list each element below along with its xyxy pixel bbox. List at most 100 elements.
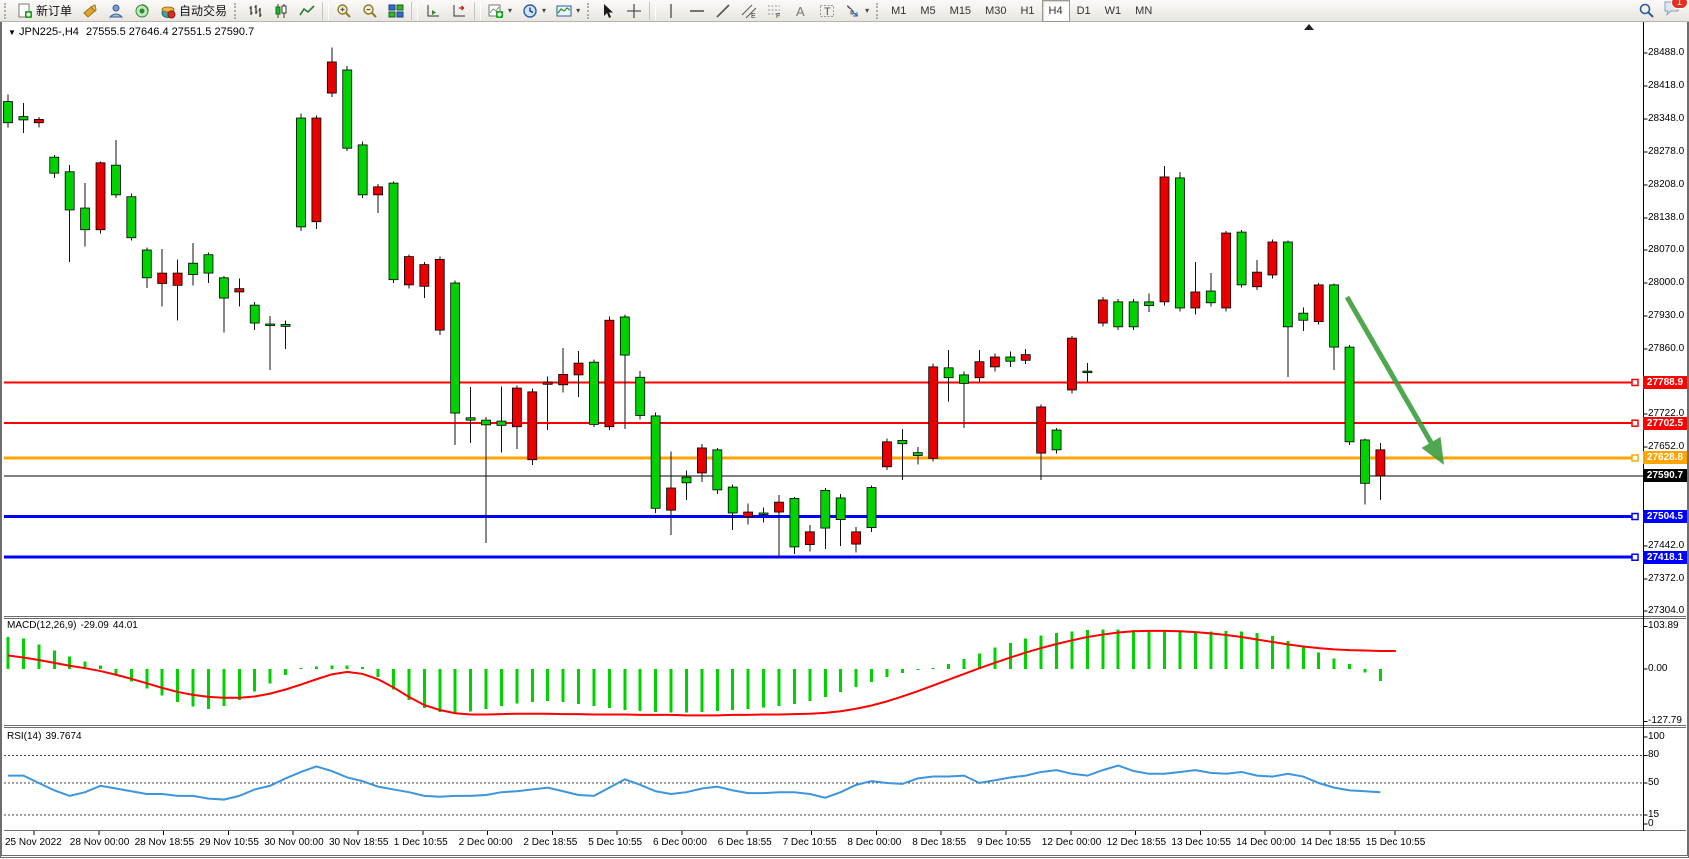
candle-body xyxy=(1037,407,1046,453)
svg-text:F: F xyxy=(776,13,780,19)
signals-button[interactable] xyxy=(129,0,155,22)
candle-body xyxy=(960,375,969,383)
shapes-tool-button[interactable]: ▾ xyxy=(840,0,874,22)
candle-body xyxy=(65,172,74,210)
line-chart-button[interactable] xyxy=(294,0,320,22)
candlestick-chart-button[interactable] xyxy=(268,0,294,22)
candle-body xyxy=(528,392,537,460)
autotrading-label: 自动交易 xyxy=(179,2,227,19)
clock-icon xyxy=(522,3,538,19)
candle-body xyxy=(744,512,753,517)
price-badge[interactable]: 27504.5 xyxy=(1643,510,1687,523)
trendline-icon xyxy=(715,3,731,19)
timeframe-button-H1[interactable]: H1 xyxy=(1013,0,1041,22)
candle-body xyxy=(1299,313,1308,320)
candle-body xyxy=(1253,272,1262,287)
candle-body xyxy=(1268,242,1277,275)
candle-body xyxy=(358,145,367,195)
price-badge[interactable]: 27788.9 xyxy=(1643,376,1687,389)
new-order-button[interactable]: 新订单 xyxy=(12,0,77,22)
candle-body xyxy=(790,498,799,547)
templates-button[interactable]: ▾ xyxy=(551,0,585,22)
signals-icon xyxy=(134,3,150,19)
tile-windows-button[interactable] xyxy=(383,0,409,22)
candle-body xyxy=(1052,430,1061,450)
crosshair-button[interactable] xyxy=(621,0,647,22)
timeframe-button-M5[interactable]: M5 xyxy=(913,0,942,22)
label-tool-button[interactable]: T xyxy=(814,0,840,22)
trend-arrow xyxy=(1347,297,1440,458)
vertical-line-icon xyxy=(663,3,679,19)
collapse-triangle-icon[interactable]: ▼ xyxy=(8,28,16,37)
candle-body xyxy=(1283,242,1292,327)
notifications-button[interactable]: 1 xyxy=(1663,0,1681,21)
candle-body xyxy=(1145,302,1154,306)
fibonacci-icon: F xyxy=(767,3,783,19)
timeframe-button-M15[interactable]: M15 xyxy=(943,0,978,22)
candle-body xyxy=(127,197,136,238)
macd-signal-value: 44.01 xyxy=(113,620,138,631)
timeframe-button-MN[interactable]: MN xyxy=(1128,0,1159,22)
timeframe-button-H4[interactable]: H4 xyxy=(1042,0,1070,22)
candle-body xyxy=(728,487,737,513)
candle-body xyxy=(852,532,861,544)
timeframe-button-D1[interactable]: D1 xyxy=(1070,0,1098,22)
text-tool-button[interactable]: A xyxy=(788,0,814,22)
indicators-button[interactable]: ▾ xyxy=(483,0,517,22)
candle-body xyxy=(898,440,907,443)
crosshair-icon xyxy=(626,3,642,19)
candle-body xyxy=(1160,177,1169,302)
cursor-button[interactable] xyxy=(595,0,621,22)
toolbar: 新订单 自动交易 xyxy=(0,0,1689,22)
candle-body xyxy=(327,62,336,93)
zoom-in-button[interactable] xyxy=(331,0,357,22)
fibonacci-tool-button[interactable]: F xyxy=(762,0,788,22)
price-badge[interactable]: 27702.5 xyxy=(1643,417,1687,430)
auto-scroll-icon xyxy=(425,3,441,19)
candle-body xyxy=(1098,300,1107,323)
candle-body xyxy=(651,416,660,508)
price-badge[interactable]: 27628.8 xyxy=(1643,451,1687,464)
svg-text:A: A xyxy=(796,4,805,19)
candle-body xyxy=(404,257,413,285)
chart-shift-marker xyxy=(1304,24,1314,30)
candle-body xyxy=(158,273,167,283)
timeframe-button-W1[interactable]: W1 xyxy=(1098,0,1129,22)
candle-body xyxy=(636,377,645,415)
indicators-icon xyxy=(488,3,504,19)
candle-body xyxy=(235,289,244,292)
price-badge[interactable]: 27590.7 xyxy=(1643,469,1687,482)
price-badge[interactable]: 27418.1 xyxy=(1643,551,1687,564)
horizontal-line-tool-button[interactable] xyxy=(684,0,710,22)
vertical-line-tool-button[interactable] xyxy=(658,0,684,22)
auto-scroll-button[interactable] xyxy=(420,0,446,22)
timeframe-button-M1[interactable]: M1 xyxy=(884,0,913,22)
zoom-out-button[interactable] xyxy=(357,0,383,22)
notification-badge: 1 xyxy=(1671,0,1688,9)
ohlc-low: 27551.5 xyxy=(172,26,212,38)
candle-body xyxy=(482,420,491,425)
toolbar-grip[interactable] xyxy=(4,3,10,19)
dropdown-arrow-icon: ▾ xyxy=(576,6,580,15)
timeframe-button-M30[interactable]: M30 xyxy=(978,0,1013,22)
candle-body xyxy=(142,250,151,278)
zoom-out-icon xyxy=(362,3,378,19)
channel-tool-button[interactable]: E xyxy=(736,0,762,22)
candle-body xyxy=(805,532,814,545)
candle-body xyxy=(497,421,506,425)
candle-body xyxy=(543,382,552,384)
candle-body xyxy=(620,317,629,355)
chart-canvas[interactable] xyxy=(2,22,1689,859)
candle-body xyxy=(420,265,429,287)
trendline-tool-button[interactable] xyxy=(710,0,736,22)
bar-chart-button[interactable] xyxy=(242,0,268,22)
profile-button[interactable] xyxy=(103,0,129,22)
autotrading-button[interactable]: 自动交易 xyxy=(155,0,232,22)
periods-button[interactable]: ▾ xyxy=(517,0,551,22)
chart-shift-button[interactable] xyxy=(446,0,472,22)
candle-body xyxy=(559,374,568,384)
candle-body xyxy=(1360,440,1369,483)
candle-body xyxy=(81,208,90,230)
horn-button[interactable] xyxy=(77,0,103,22)
search-icon[interactable] xyxy=(1638,2,1655,19)
